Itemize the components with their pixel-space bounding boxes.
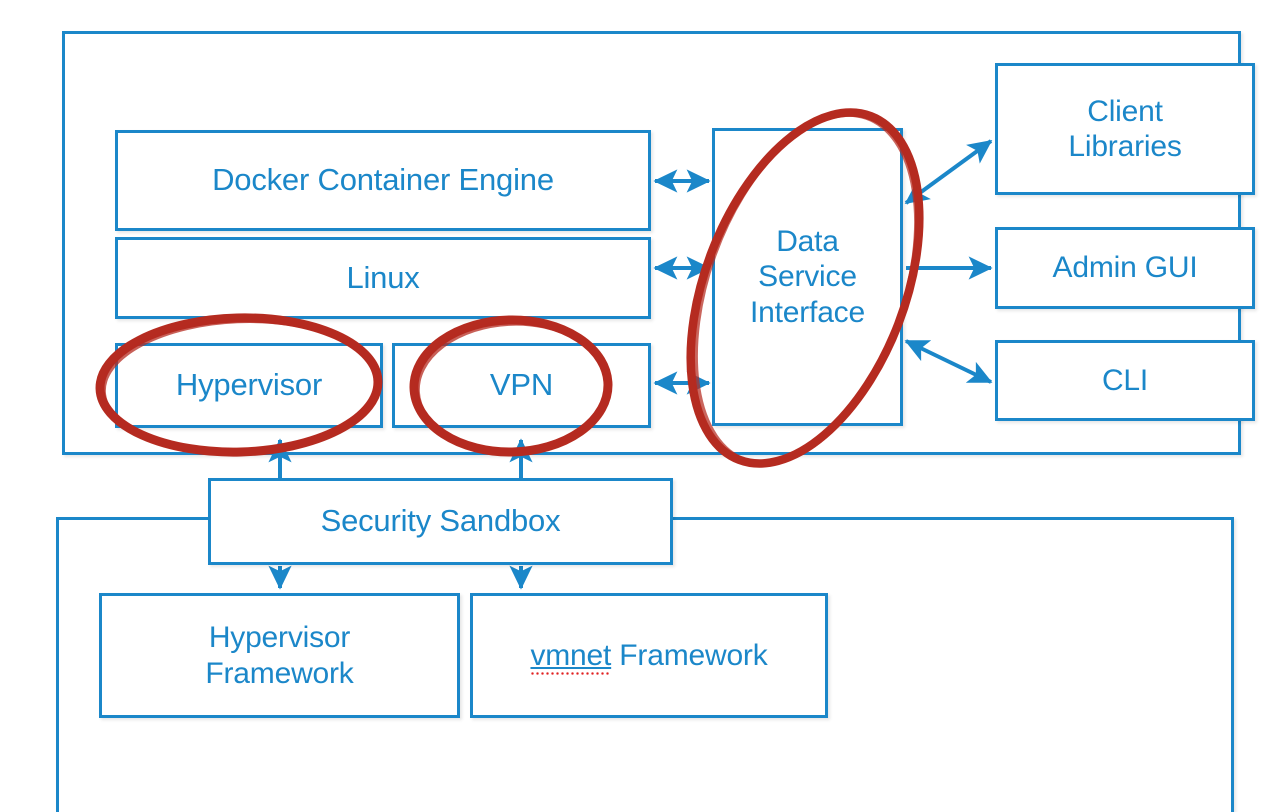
node-data-service-interface[interactable]: Data Service Interface <box>712 128 903 426</box>
node-label-rest: Framework <box>611 638 768 672</box>
misspelled-word: vmnet <box>530 638 612 672</box>
node-label: Docker Container Engine <box>212 162 554 198</box>
node-docker-container-engine[interactable]: Docker Container Engine <box>115 130 651 231</box>
node-label: Hypervisor Framework <box>205 621 354 690</box>
node-label: CLI <box>1101 363 1149 397</box>
node-label: Client Libraries <box>1068 94 1182 163</box>
node-label: Hypervisor <box>175 367 323 403</box>
node-vmnet-framework[interactable]: vmnet Framework <box>470 593 828 718</box>
node-cli[interactable]: CLI <box>995 340 1255 421</box>
node-label: Admin GUI <box>1052 251 1198 285</box>
node-label: VPN <box>489 367 554 403</box>
node-hypervisor-framework[interactable]: Hypervisor Framework <box>99 593 460 718</box>
node-admin-gui[interactable]: Admin GUI <box>995 227 1255 309</box>
architecture-diagram: Docker Container Engine Linux Hypervisor… <box>0 0 1280 812</box>
node-label: Linux <box>346 259 420 295</box>
node-vpn[interactable]: VPN <box>392 343 651 428</box>
node-label: Security Sandbox <box>320 503 561 539</box>
node-hypervisor[interactable]: Hypervisor <box>115 343 383 428</box>
node-label: vmnet Framework <box>473 638 825 673</box>
node-security-sandbox[interactable]: Security Sandbox <box>208 478 673 565</box>
node-label: Data Service Interface <box>750 224 865 329</box>
node-linux[interactable]: Linux <box>115 237 651 319</box>
node-client-libraries[interactable]: Client Libraries <box>995 63 1255 195</box>
